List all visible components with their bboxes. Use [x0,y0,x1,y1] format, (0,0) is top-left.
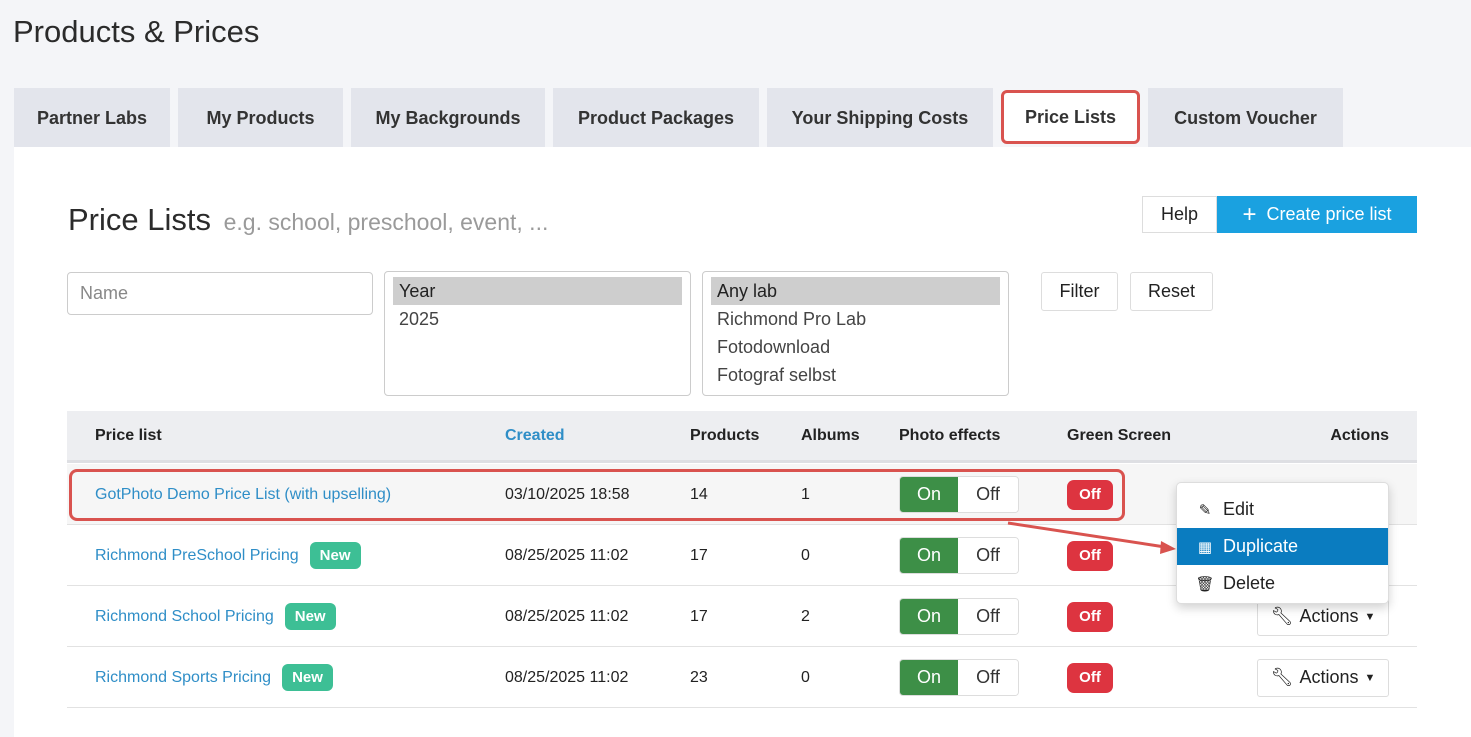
year-filter-listbox[interactable]: Year 2025 [384,271,691,396]
section-title: Price Lists e.g. school, preschool, even… [68,202,548,238]
header-created[interactable]: Created [505,411,565,460]
new-badge: New [282,664,333,691]
pencil-icon: ✎ [1198,501,1212,519]
photo-effects-toggle[interactable]: On Off [899,659,1019,696]
price-lists-panel: Price Lists e.g. school, preschool, even… [14,147,1471,737]
menu-item-label: Duplicate [1223,536,1299,556]
year-option[interactable]: 2025 [393,305,682,333]
lab-option[interactable]: Fotodownload [711,333,1000,361]
green-screen-badge[interactable]: Off [1067,540,1113,571]
menu-item-duplicate[interactable]: ▦ Duplicate [1177,528,1388,565]
price-list-link[interactable]: Richmond School Pricing [95,608,274,626]
tab-bar: Partner Labs My Products My Backgrounds … [14,88,1351,148]
toggle-on[interactable]: On [900,599,958,634]
tab-partner-labs[interactable]: Partner Labs [14,88,170,148]
wrench-icon: 🔧︎ [1270,606,1294,626]
filter-button[interactable]: Filter [1041,272,1118,311]
toggle-off[interactable]: Off [958,660,1018,695]
price-list-link[interactable]: Richmond Sports Pricing [95,669,271,687]
toggle-on[interactable]: On [900,660,958,695]
tab-my-products[interactable]: My Products [178,88,343,148]
section-hint: e.g. school, preschool, event, ... [223,209,549,235]
actions-button[interactable]: 🔧︎ Actions ▼ [1257,658,1389,697]
tab-custom-voucher[interactable]: Custom Voucher [1148,88,1343,148]
green-screen-badge[interactable]: Off [1067,601,1113,632]
table-row: Richmond Sports Pricing New 08/25/2025 1… [67,647,1417,708]
lab-filter-listbox[interactable]: Any lab Richmond Pro Lab Fotodownload Fo… [702,271,1009,396]
table-icon: ▦ [1197,538,1213,556]
caret-down-icon: ▼ [1364,671,1376,684]
tab-price-lists[interactable]: Price Lists [1001,90,1140,144]
created-cell: 08/25/2025 11:02 [505,668,629,686]
create-price-list-button[interactable]: + Create price list [1217,196,1417,233]
header-price-list: Price list [95,427,162,444]
menu-item-edit[interactable]: ✎ Edit [1177,491,1388,528]
actions-dropdown-menu: ✎ Edit ▦ Duplicate 🗑︎ Delete [1176,482,1389,604]
create-price-list-label: Create price list [1266,204,1392,224]
header-products: Products [690,427,760,444]
toggle-off[interactable]: Off [958,599,1018,634]
lab-option[interactable]: Fotograf selbst [711,361,1000,389]
tab-my-backgrounds[interactable]: My Backgrounds [351,88,545,148]
trash-icon: 🗑︎ [1195,575,1215,593]
tab-your-shipping-costs[interactable]: Your Shipping Costs [767,88,993,148]
created-cell: 08/25/2025 11:02 [505,607,629,625]
help-button[interactable]: Help [1142,196,1217,233]
actions-label: Actions [1299,667,1359,687]
products-cell: 23 [690,668,708,686]
actions-label: Actions [1299,606,1359,626]
lab-option[interactable]: Any lab [711,277,1000,305]
price-list-link[interactable]: Richmond PreSchool Pricing [95,547,299,565]
menu-item-delete[interactable]: 🗑︎ Delete [1177,565,1388,602]
tab-product-packages[interactable]: Product Packages [553,88,759,148]
photo-effects-toggle[interactable]: On Off [899,537,1019,574]
wrench-icon: 🔧︎ [1270,667,1294,687]
plus-icon: + [1242,200,1257,228]
year-option[interactable]: Year [393,277,682,305]
header-albums: Albums [801,427,860,444]
created-cell: 08/25/2025 11:02 [505,546,629,564]
header-photo-effects: Photo effects [899,427,1001,444]
products-cell: 17 [690,607,708,625]
albums-cell: 0 [801,546,810,564]
section-title-text: Price Lists [68,202,211,237]
menu-item-label: Delete [1223,573,1276,593]
page-title: Products & Prices [13,14,260,49]
table-header: Price list Created Products Albums Photo… [67,411,1417,463]
reset-button[interactable]: Reset [1130,272,1213,311]
lab-option[interactable]: Richmond Pro Lab [711,305,1000,333]
photo-effects-toggle[interactable]: On Off [899,598,1019,635]
albums-cell: 0 [801,668,810,686]
products-cell: 17 [690,546,708,564]
new-badge: New [309,542,361,569]
row-highlight-annotation [69,469,1125,521]
toggle-on[interactable]: On [900,538,958,573]
header-green-screen: Green Screen [1067,427,1172,444]
toggle-off[interactable]: Off [958,538,1018,573]
new-badge: New [284,603,336,630]
menu-item-label: Edit [1223,499,1255,519]
caret-down-icon: ▼ [1364,610,1376,623]
name-filter-input[interactable] [67,272,373,315]
albums-cell: 2 [801,607,810,625]
header-actions: Actions [1330,427,1389,444]
green-screen-badge[interactable]: Off [1067,662,1113,693]
